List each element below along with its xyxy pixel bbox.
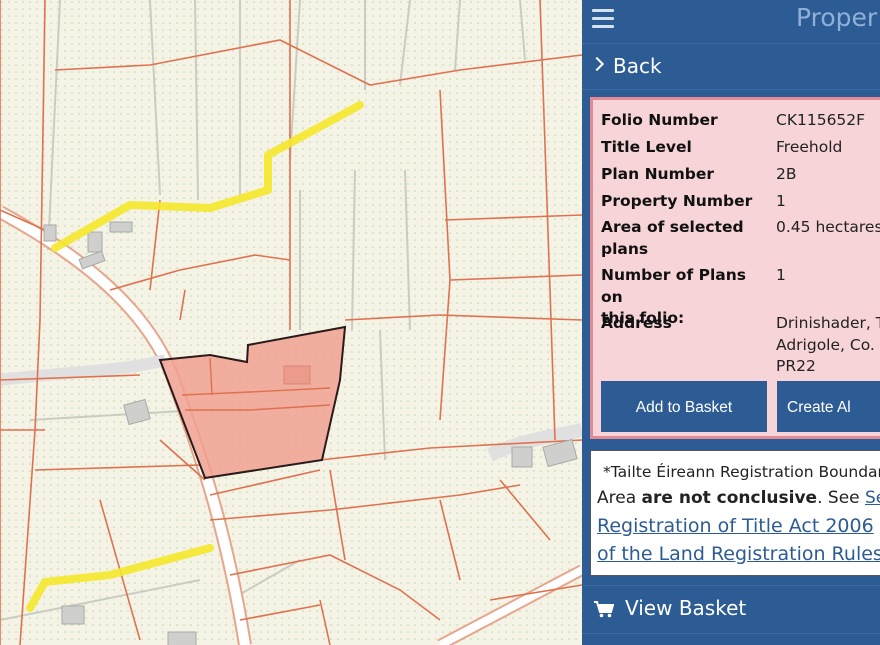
map-view[interactable] xyxy=(0,0,582,645)
notice-line: of the Land Registration Rules 2 xyxy=(597,543,880,565)
panel-header: Proper xyxy=(582,0,880,40)
folio-value: 2B xyxy=(776,165,797,183)
registration-act-link[interactable]: Registration of Title Act 2006 xyxy=(597,515,874,537)
back-label: Back xyxy=(613,54,662,78)
create-alert-button[interactable]: Create Al xyxy=(777,381,880,432)
chevron-right-icon xyxy=(589,56,605,72)
shopping-cart-icon xyxy=(594,601,614,618)
view-basket-label: View Basket xyxy=(625,596,747,620)
property-panel: Proper Back Folio Number CK115652F Title… xyxy=(582,0,880,645)
notice-text: . See xyxy=(817,488,866,508)
map-background xyxy=(0,0,582,645)
folio-details-card: Folio Number CK115652F Title Level Freeh… xyxy=(590,97,880,439)
folio-label: Folio Number xyxy=(601,111,718,129)
parcel-building xyxy=(283,365,311,385)
section-link[interactable]: Sectio xyxy=(865,488,880,508)
folio-value: Freehold xyxy=(776,138,843,156)
folio-label: Area of selected plans xyxy=(601,218,744,258)
folio-label: Property Number xyxy=(601,192,753,210)
folio-label: Plan Number xyxy=(601,165,714,183)
hamburger-menu-icon[interactable] xyxy=(592,9,614,29)
folio-value: Drinishader, T Adrigole, Co. C PR22 xyxy=(776,314,880,375)
registration-notice: *Tailte Éireann Registration Boundar Are… xyxy=(590,450,880,576)
map-canvas[interactable] xyxy=(0,0,582,645)
folio-label: Address xyxy=(601,314,672,332)
notice-line: Area are not conclusive. See Sectio xyxy=(597,488,880,508)
notice-bold-text: are not conclusive xyxy=(641,488,818,508)
notice-line: *Tailte Éireann Registration Boundar xyxy=(603,463,880,481)
add-to-basket-button[interactable]: Add to Basket xyxy=(601,381,767,432)
notice-text: Area xyxy=(597,488,642,508)
folio-value: 1 xyxy=(776,266,786,284)
folio-value: 0.45 hectares. xyxy=(776,218,880,236)
folio-label: Title Level xyxy=(601,138,692,156)
view-basket-button[interactable]: View Basket xyxy=(582,585,880,634)
folio-value: 1 xyxy=(776,192,786,210)
notice-line: Registration of Title Act 2006 an xyxy=(597,515,880,537)
panel-title: Proper xyxy=(796,3,878,32)
notice-text: an xyxy=(874,515,880,537)
back-button[interactable]: Back xyxy=(582,43,880,90)
folio-value: CK115652F xyxy=(776,111,866,129)
land-registration-rules-link[interactable]: of the Land Registration Rules 2 xyxy=(597,543,880,565)
